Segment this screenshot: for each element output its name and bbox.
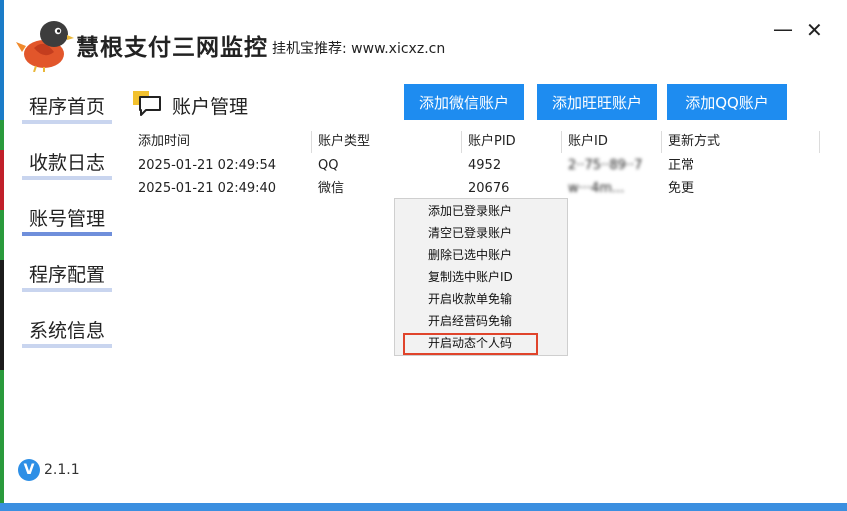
sidebar-item-label: 程序配置 (29, 264, 106, 286)
menu-item-add-logged-in-account[interactable]: 添加已登录账户 (395, 200, 567, 222)
left-edge-strip (0, 0, 4, 511)
bird-logo-icon (16, 21, 74, 72)
add-wechat-account-button[interactable]: 添加微信账户 (404, 84, 524, 120)
cell-pid: 4952 (468, 158, 502, 173)
column-header-pid[interactable]: 账户PID (462, 131, 562, 153)
add-qq-account-button[interactable]: 添加QQ账户 (667, 84, 787, 120)
section-title: 账户管理 (172, 96, 249, 118)
chat-bubble-icon (133, 91, 161, 116)
sidebar-item-label: 程序首页 (29, 96, 106, 118)
column-header-type[interactable]: 账户类型 (312, 131, 462, 153)
menu-item-enable-receipt-no-input[interactable]: 开启收款单免输 (395, 288, 567, 310)
app-subtitle: 挂机宝推荐: www.xicxz.cn (272, 41, 446, 57)
sidebar-item-system-info[interactable]: 系统信息 (22, 314, 112, 348)
cell-update-mode: 免更 (668, 181, 695, 196)
table-row[interactable]: 2025-01-21 02:49:40 微信 20676 w···4m... 免… (132, 178, 820, 200)
cell-pid: 20676 (468, 181, 510, 196)
cell-time: 2025-01-21 02:49:40 (138, 181, 277, 196)
menu-item-copy-selected-account-id[interactable]: 复制选中账户ID (395, 266, 567, 288)
sidebar-item-label: 收款日志 (29, 152, 106, 174)
sidebar-item-underline (22, 232, 112, 236)
sidebar-item-account-management[interactable]: 账号管理 (22, 202, 112, 236)
column-header-time[interactable]: 添加时间 (132, 131, 312, 153)
table-row[interactable]: 2025-01-21 02:49:54 QQ 4952 2··75··89··7… (132, 155, 820, 177)
bottom-edge-strip (0, 503, 847, 511)
sidebar-item-underline (22, 344, 112, 348)
app-title: 慧根支付三网监控 (76, 35, 268, 61)
sidebar-item-label: 系统信息 (29, 320, 106, 342)
sidebar-item-payment-log[interactable]: 收款日志 (22, 146, 112, 180)
sidebar-item-program-config[interactable]: 程序配置 (22, 258, 112, 292)
cell-type: QQ (318, 158, 339, 173)
menu-item-delete-selected-account[interactable]: 删除已选中账户 (395, 244, 567, 266)
minimize-icon[interactable]: — (773, 18, 793, 40)
context-menu: 添加已登录账户 清空已登录账户 删除已选中账户 复制选中账户ID 开启收款单免输… (394, 198, 568, 356)
sidebar-item-underline (22, 176, 112, 180)
close-icon[interactable]: ✕ (806, 19, 823, 41)
version-label: 2.1.1 (44, 462, 80, 478)
cell-id: 2··75··89··7 (568, 158, 643, 173)
sidebar-item-home[interactable]: 程序首页 (22, 90, 112, 124)
menu-item-enable-dynamic-personal-code[interactable]: 开启动态个人码 (395, 332, 567, 354)
sidebar-item-label: 账号管理 (29, 208, 106, 230)
column-header-update-mode[interactable]: 更新方式 (662, 131, 820, 153)
cell-type: 微信 (318, 181, 345, 196)
menu-item-clear-logged-in-accounts[interactable]: 清空已登录账户 (395, 222, 567, 244)
menu-item-enable-business-code-no-input[interactable]: 开启经营码免输 (395, 310, 567, 332)
add-wangwang-account-button[interactable]: 添加旺旺账户 (537, 84, 657, 120)
cell-id: w···4m... (568, 181, 625, 196)
cell-time: 2025-01-21 02:49:54 (138, 158, 277, 173)
accounts-table-header: 添加时间 账户类型 账户PID 账户ID 更新方式 (132, 131, 820, 153)
cell-update-mode: 正常 (668, 158, 695, 173)
sidebar-item-underline (22, 288, 112, 292)
version-icon: V (18, 459, 40, 481)
sidebar-item-underline (22, 120, 112, 124)
column-header-id[interactable]: 账户ID (562, 131, 662, 153)
